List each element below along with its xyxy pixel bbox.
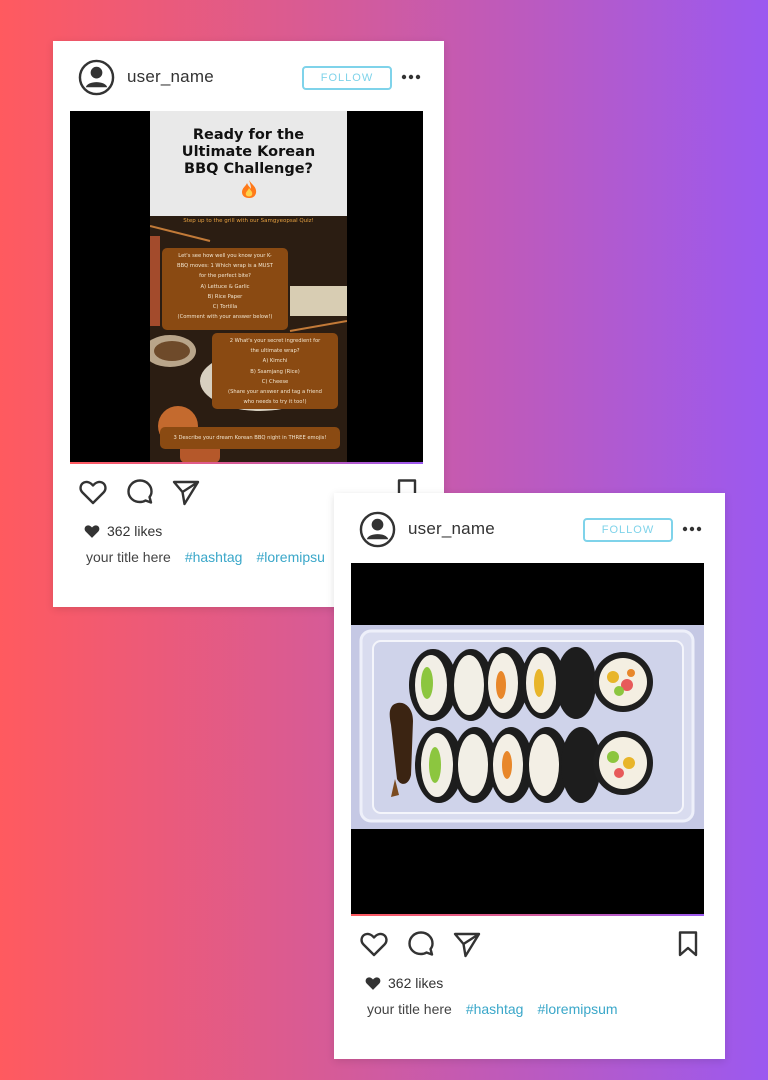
post-header: user_name FOLLOW: [334, 493, 725, 565]
media-divider: [351, 914, 704, 916]
post-card-2: user_name FOLLOW 362 likes your title he…: [334, 493, 725, 1059]
kimbap-photo: [351, 625, 704, 829]
kimbap-illustration: [351, 625, 704, 829]
hashtag-link[interactable]: #loremipsum: [537, 1001, 617, 1017]
question-1-box: Let's see how well you know your K- BBQ …: [162, 248, 288, 330]
more-icon[interactable]: [400, 66, 422, 88]
fire-icon: [242, 180, 257, 198]
caption: your title here #hashtag #loremipsu: [86, 549, 325, 565]
avatar-icon[interactable]: [359, 511, 396, 548]
kimbap-row-top: [409, 647, 653, 721]
likes-text: 362 likes: [107, 523, 163, 539]
hashtag-link[interactable]: #hashtag: [185, 549, 243, 565]
share-icon[interactable]: [171, 477, 201, 507]
caption-title: your title here: [86, 549, 171, 565]
quiz-subtitle: Step up to the grill with our Samgyeopsa…: [183, 218, 314, 224]
username[interactable]: user_name: [127, 67, 214, 87]
avatar-icon[interactable]: [78, 59, 115, 96]
hashtag-link[interactable]: #hashtag: [466, 1001, 524, 1017]
follow-button[interactable]: FOLLOW: [583, 518, 673, 542]
post-image[interactable]: Ready for the Ultimate Korean BBQ Challe…: [70, 111, 423, 463]
bookmark-icon[interactable]: [673, 929, 703, 959]
caption: your title here #hashtag #loremipsum: [367, 1001, 618, 1017]
kimbap-row-bottom: [415, 727, 653, 803]
heart-filled-icon: [84, 525, 100, 538]
quiz-title: Ready for the Ultimate Korean BBQ Challe…: [181, 127, 316, 177]
post-header: user_name FOLLOW: [53, 41, 444, 113]
question-2-box: 2 What's your secret ingredient for the …: [212, 333, 338, 409]
likes-count: 362 likes: [83, 523, 162, 539]
quiz-graphic: Ready for the Ultimate Korean BBQ Challe…: [150, 111, 347, 463]
share-icon[interactable]: [452, 929, 482, 959]
question-3-box: 3 Describe your dream Korean BBQ night i…: [160, 427, 340, 449]
heart-filled-icon: [365, 977, 381, 990]
follow-button[interactable]: FOLLOW: [302, 66, 392, 90]
likes-count: 362 likes: [364, 975, 443, 991]
media-divider: [70, 462, 423, 464]
heart-icon[interactable]: [359, 929, 389, 959]
post-image[interactable]: [351, 563, 704, 915]
comment-icon[interactable]: [406, 929, 436, 959]
likes-text: 362 likes: [388, 975, 444, 991]
action-bar: [334, 929, 725, 965]
hashtag-link[interactable]: #loremipsu: [256, 549, 324, 565]
heart-icon[interactable]: [78, 477, 108, 507]
username[interactable]: user_name: [408, 519, 495, 539]
caption-title: your title here: [367, 1001, 452, 1017]
comment-icon[interactable]: [125, 477, 155, 507]
more-icon[interactable]: [681, 518, 703, 540]
